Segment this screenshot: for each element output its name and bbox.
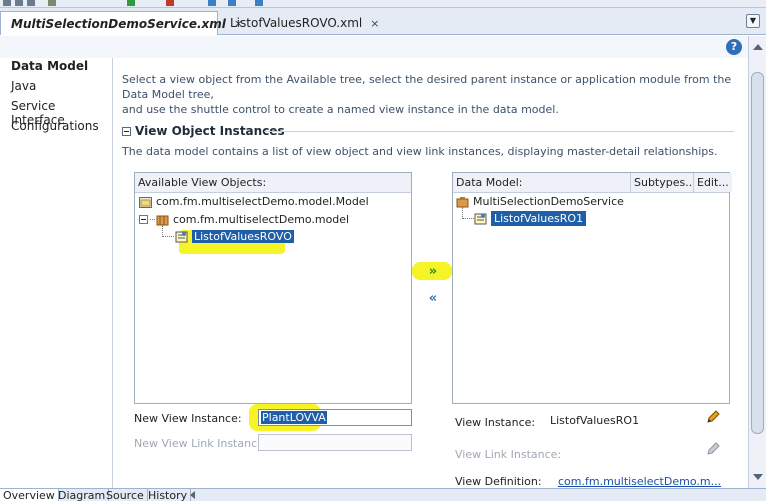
page-description: Select a view object from the Available …: [122, 73, 732, 116]
tab-diagram[interactable]: Diagram: [55, 489, 110, 501]
nav-item-java[interactable]: Java: [11, 79, 36, 93]
edit-button[interactable]: Edit...: [693, 173, 732, 192]
view-link-instance-label: View Link Instance:: [455, 448, 562, 461]
horizontal-scrollbar[interactable]: [190, 490, 766, 501]
view-instance-value: ListofValuesRO1: [550, 414, 640, 427]
folder-icon: [139, 196, 152, 208]
scroll-up-icon[interactable]: [753, 44, 763, 50]
add-to-model-button[interactable]: »: [426, 265, 440, 279]
section-header[interactable]: View Object Instances: [122, 124, 285, 138]
vertical-scrollbar[interactable]: [748, 36, 766, 488]
tab-overview[interactable]: Overview: [0, 489, 59, 501]
editor-navigation: Data Model Java Service Interface Config…: [0, 58, 113, 488]
new-view-link-instance-input[interactable]: [258, 434, 412, 451]
collapse-icon[interactable]: [122, 126, 131, 136]
tab-listofvalues-rovo[interactable]: ListofValuesROVO.xml ×: [220, 11, 379, 35]
new-view-instance-label: New View Instance:: [134, 412, 242, 425]
toolbar-icon[interactable]: [228, 0, 236, 6]
tab-list-dropdown[interactable]: ▼: [746, 14, 760, 28]
view-definition-link[interactable]: com.fm.multiselectDemo.m...: [558, 475, 721, 488]
help-bar: ?: [0, 36, 748, 58]
tab-source[interactable]: Source: [103, 489, 148, 501]
available-view-objects-tree[interactable]: Available View Objects: com.fm.multisele…: [134, 172, 412, 404]
pencil-icon[interactable]: [705, 409, 721, 425]
data-model-tree[interactable]: Data Model: Subtypes... Edit... MultiSel…: [452, 172, 732, 404]
view-object-icon: [175, 231, 188, 242]
toolbar-icon[interactable]: [15, 0, 23, 6]
app-module-icon: [456, 196, 469, 207]
new-view-link-instance-label: New View Link Instance:: [134, 437, 268, 450]
tab-label: MultiSelectionDemoService.xml: [11, 16, 226, 31]
remove-from-model-button[interactable]: «: [426, 292, 440, 306]
tree-item-selected[interactable]: ListofValuesRO1: [474, 211, 587, 226]
toolbar-icon[interactable]: [255, 0, 263, 6]
toolbar-icon[interactable]: [27, 0, 35, 6]
pencil-icon: [707, 442, 720, 455]
toolbar-icon[interactable]: [208, 0, 216, 6]
top-toolbar: [0, 0, 766, 8]
section-divider: [264, 131, 734, 132]
run-icon[interactable]: [127, 0, 135, 6]
nav-item-configurations[interactable]: Configurations: [11, 119, 99, 133]
close-icon[interactable]: ×: [370, 17, 379, 30]
collapse-icon[interactable]: [139, 215, 148, 224]
view-instance-label: View Instance:: [455, 416, 536, 429]
nav-item-data-model[interactable]: Data Model: [11, 59, 88, 73]
new-view-instance-input[interactable]: PlantLOVVA: [258, 409, 412, 426]
scrollbar-thumb[interactable]: [751, 72, 764, 434]
section-title: View Object Instances: [135, 124, 285, 138]
tree-item[interactable]: com.fm.multiselectDemo.model.Model: [139, 195, 369, 208]
editor-view-tabs: Overview Diagram Source History: [0, 488, 766, 501]
toolbar-icon[interactable]: [3, 0, 11, 6]
tree-item[interactable]: MultiSelectionDemoService: [456, 195, 624, 208]
section-description: The data model contains a list of view o…: [122, 145, 718, 158]
scroll-down-icon[interactable]: [753, 474, 763, 480]
tree-item[interactable]: com.fm.multiselectDemo.model: [139, 213, 349, 226]
tree-item-selected[interactable]: ListofValuesROVO: [175, 230, 294, 243]
package-icon: [156, 215, 169, 225]
editor-tab-bar: MultiSelectionDemoService.xml × ListofVa…: [0, 8, 766, 35]
scroll-left-icon[interactable]: [190, 491, 195, 499]
help-icon[interactable]: ?: [726, 39, 742, 55]
subtypes-button[interactable]: Subtypes...: [630, 173, 699, 192]
toolbar-icon[interactable]: [48, 0, 56, 6]
available-header: Available View Objects:: [135, 173, 411, 193]
view-instance-icon: [474, 213, 487, 224]
tab-label: ListofValuesROVO.xml: [230, 16, 363, 30]
debug-icon[interactable]: [166, 0, 174, 6]
view-definition-label: View Definition:: [455, 475, 542, 488]
tab-history[interactable]: History: [145, 489, 192, 501]
tab-multiselection-service[interactable]: MultiSelectionDemoService.xml ×: [0, 11, 243, 35]
